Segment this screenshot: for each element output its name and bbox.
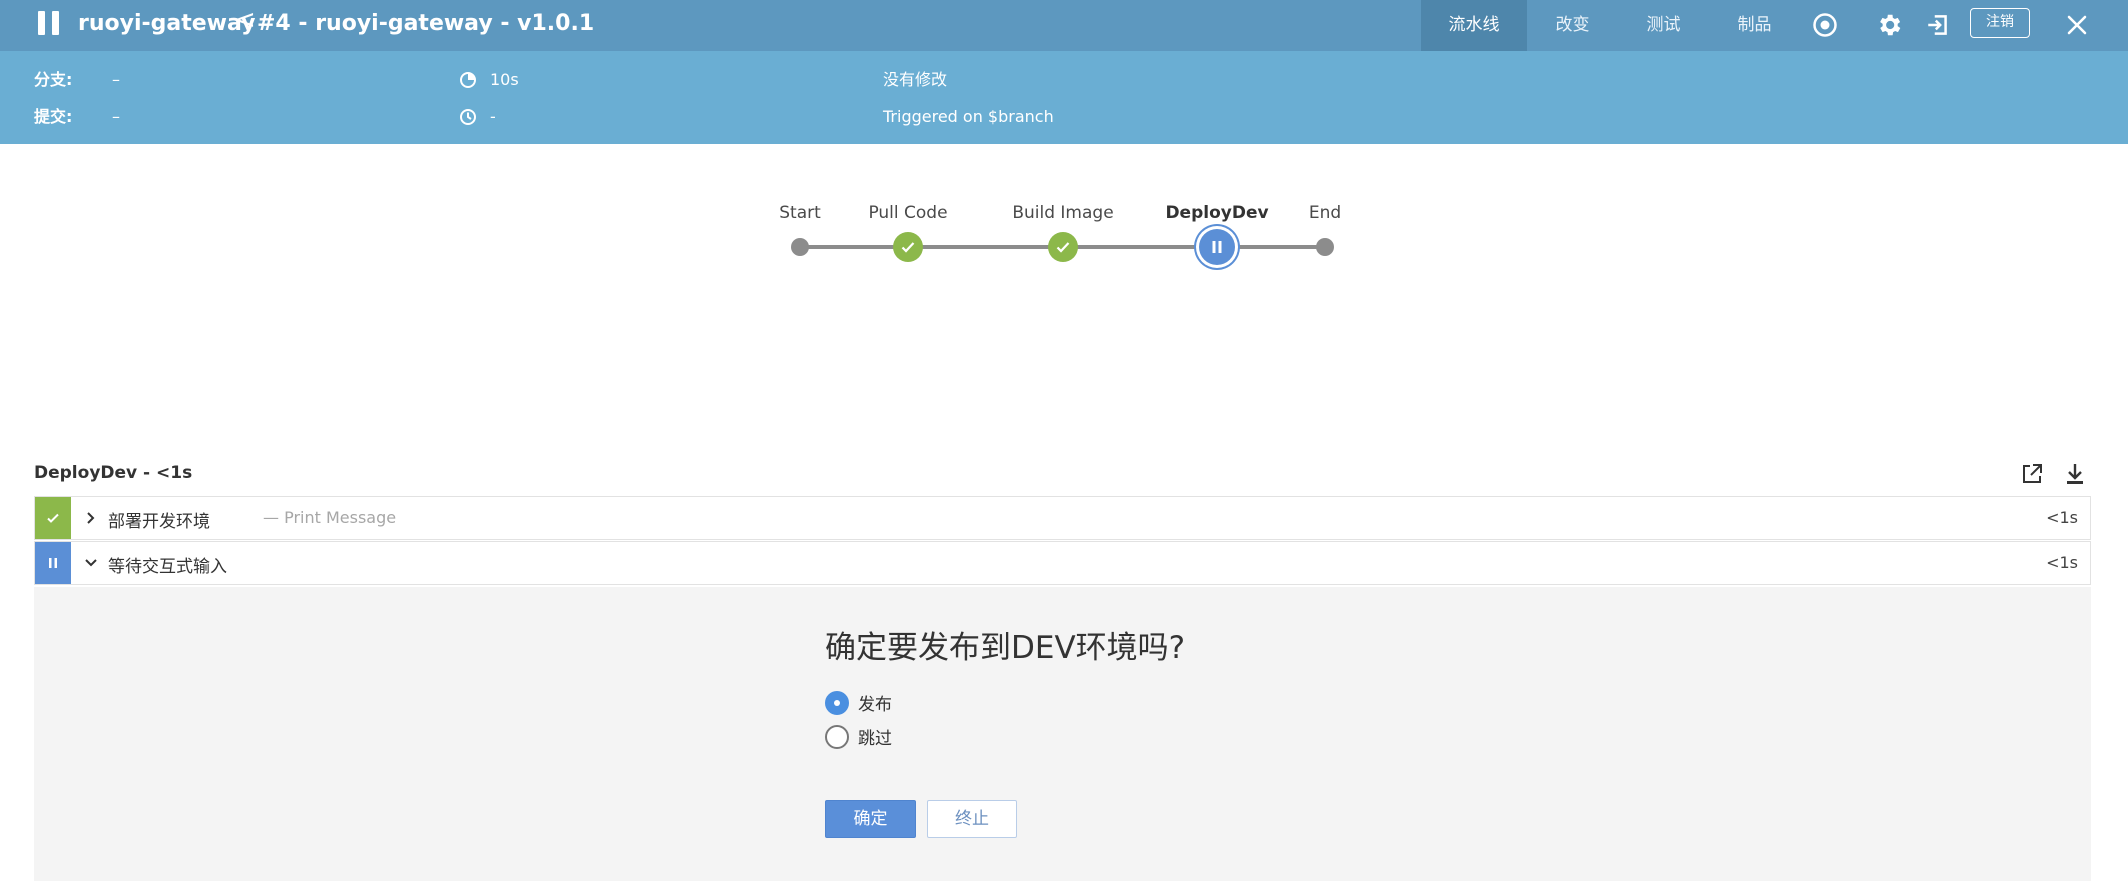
radio-label: 跳过 [858,729,892,749]
step-name: 部署开发环境 [108,512,210,532]
duration-icon [459,69,477,91]
stage-label-start: Start [779,203,821,223]
tab-tests[interactable]: 测试 [1618,0,1709,51]
abort-button[interactable]: 终止 [927,800,1017,838]
breadcrumb-separator: < [234,5,256,35]
step-name: 等待交互式输入 [108,557,227,577]
stage-node-end [1316,238,1334,256]
gear-icon[interactable] [1872,8,1906,42]
logout-button[interactable]: 注销 [1970,8,2030,38]
chevron-right-icon[interactable] [81,508,101,528]
top-bar: ruoyi-gateway < #4 - ruoyi-gateway - v1.… [0,0,2128,51]
step-description: — Print Message [263,508,397,527]
pause-icon [1212,241,1222,253]
changes-summary: 没有修改 [883,70,948,89]
stage-node-build-image[interactable] [1048,232,1078,262]
stage-label-end: End [1308,203,1342,223]
run-title: #4 - ruoyi-gateway - v1.0.1 [257,11,595,36]
close-icon[interactable] [2060,8,2094,42]
pause-icon [49,558,57,568]
step-status-success [35,497,71,539]
tab-changes[interactable]: 改变 [1527,0,1618,51]
radio-button[interactable] [825,724,849,749]
stage-node-start [791,238,809,256]
stage-detail-title: DeployDev - <1s [34,463,193,483]
check-icon [901,242,915,253]
start-time-value: - [490,107,496,126]
tab-artifacts[interactable]: 制品 [1709,0,1800,51]
job-name-link[interactable]: ruoyi-gateway [78,10,256,38]
duration-value: 10s [490,70,519,89]
open-external-icon[interactable] [2018,460,2046,488]
radio-option-publish[interactable]: 发布 [825,690,892,715]
branch-label: 分支: [34,70,73,89]
check-icon [1056,242,1070,253]
proceed-button[interactable]: 确定 [825,800,916,838]
stage-node-pull-code[interactable] [893,232,923,262]
step-duration: <1s [2046,553,2078,572]
commit-value: – [112,107,120,126]
check-icon [47,513,59,523]
run-tabs: 流水线 改变 测试 制品 [1421,0,1800,51]
trigger-cause: Triggered on $branch [883,107,1054,126]
step-duration: <1s [2046,508,2078,527]
stage-label-deploydev[interactable]: DeployDev [1165,203,1268,223]
run-info-bar: 分支: – 提交: – 10s - 没有修改 Triggered on $bra… [0,51,2128,144]
tab-pipeline[interactable]: 流水线 [1421,0,1527,51]
pause-icon[interactable] [38,11,60,35]
radio-label: 发布 [858,695,892,715]
download-icon[interactable] [2061,460,2089,488]
input-question: 确定要发布到DEV环境吗? [825,630,1186,666]
chevron-down-icon[interactable] [81,553,101,573]
stage-label-build-image[interactable]: Build Image [1012,203,1113,223]
stage-node-deploydev[interactable] [1199,229,1235,265]
radio-option-skip[interactable]: 跳过 [825,724,892,749]
radio-button-checked[interactable] [825,690,849,715]
stage-label-pull-code[interactable]: Pull Code [868,203,947,223]
record-icon[interactable] [1808,8,1842,42]
clock-icon [459,106,477,128]
branch-value: – [112,70,120,89]
exit-icon[interactable] [1921,8,1955,42]
step-row-deploy-env[interactable]: 部署开发环境 — Print Message <1s [34,496,2091,540]
commit-label: 提交: [34,107,73,126]
step-status-paused [35,542,71,584]
step-row-wait-input[interactable]: 等待交互式输入 <1s [34,541,2091,585]
